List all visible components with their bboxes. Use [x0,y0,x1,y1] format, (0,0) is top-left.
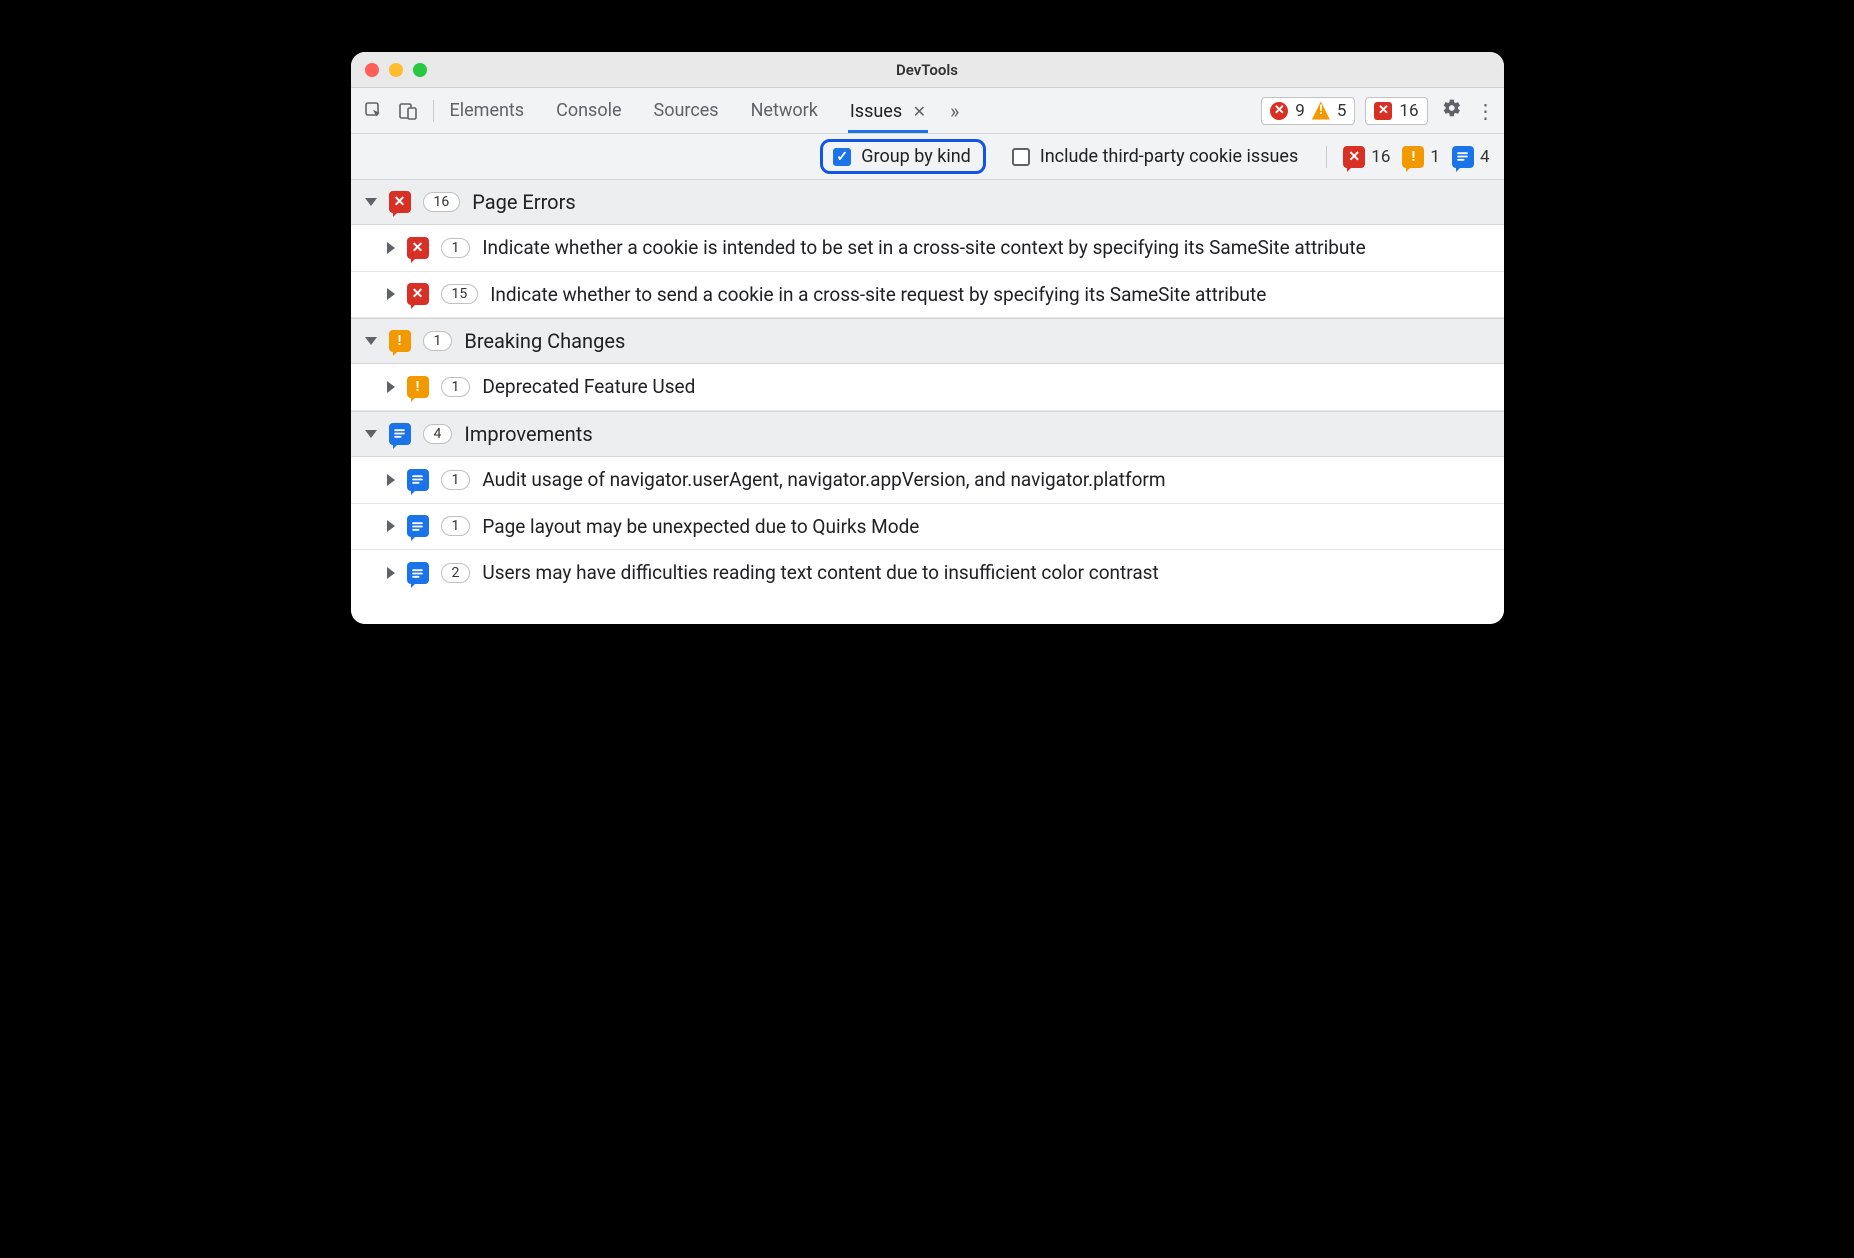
warnings-total: 1 [1430,147,1440,167]
tab-sources[interactable]: Sources [652,90,721,131]
close-window-button[interactable] [365,63,379,77]
group-count-badge: 4 [423,424,453,444]
issues-error-count: 16 [1399,101,1418,121]
checkbox-checked-icon: ✓ [833,148,851,166]
separator [1326,146,1327,168]
issue-title: Audit usage of navigator.userAgent, navi… [482,467,1489,493]
issue-title: Indicate whether a cookie is intended to… [482,235,1489,261]
error-icon: ✕ [1374,102,1392,120]
group-header-info[interactable]: 4 Improvements [351,411,1504,457]
issues-toolbar: ✓ Group by kind Include third-party cook… [351,134,1504,180]
issue-count-badge: 1 [441,377,471,397]
issue-count-badge: 1 [441,516,471,536]
group-by-kind-checkbox[interactable]: ✓ Group by kind [820,139,986,174]
warning-icon: ! [1312,102,1330,120]
disclosure-triangle-icon [365,337,377,345]
issue-count-badge: 2 [441,563,471,583]
issues-status-badge[interactable]: ✕ 16 [1365,97,1427,125]
issue-row[interactable]: ✕ 1 Indicate whether a cookie is intended … [351,225,1504,272]
info-speech-icon [407,469,429,491]
warning-speech-icon: ! [1402,146,1424,168]
warning-speech-icon: ! [407,376,429,398]
disclosure-triangle-icon [387,474,395,486]
disclosure-triangle-icon [387,567,395,579]
tab-elements[interactable]: Elements [448,90,527,131]
group-header-warning[interactable]: ! 1 Breaking Changes [351,318,1504,364]
info-speech-icon [1452,146,1474,168]
window-controls [365,63,427,77]
error-count: 9 [1295,101,1305,121]
minimize-window-button[interactable] [389,63,403,77]
tab-console[interactable]: Console [554,90,623,131]
disclosure-triangle-icon [387,520,395,532]
error-icon: ✕ [1270,102,1288,120]
issues-list: ✕ 16 Page Errors ✕ 1 Indicate whether a cooki… [351,180,1504,596]
issue-title: Deprecated Feature Used [482,374,1489,400]
issue-count-badge: 1 [441,238,471,258]
device-toolbar-icon[interactable] [397,100,419,122]
info-speech-icon [407,515,429,537]
disclosure-triangle-icon [387,381,395,393]
issue-row[interactable]: ! 1 Deprecated Feature Used [351,364,1504,411]
disclosure-triangle-icon [365,198,377,206]
separator [433,100,434,122]
warning-speech-icon: ! [389,330,411,352]
tab-issues[interactable]: Issues ✕ [848,91,928,133]
info-speech-icon [407,562,429,584]
inspect-element-icon[interactable] [363,100,385,122]
window-title: DevTools [351,61,1504,79]
issue-row[interactable]: ✕ 15 Indicate whether to send a cookie in … [351,272,1504,319]
issue-count-badge: 15 [441,284,479,304]
group-by-kind-label: Group by kind [861,146,971,167]
group-title: Improvements [464,422,592,446]
group-count-badge: 16 [423,192,461,212]
devtools-tabbar: Elements Console Sources Network Issues … [351,88,1504,134]
error-speech-icon: ✕ [407,283,429,305]
info-speech-icon [389,423,411,445]
info-total: 4 [1480,147,1490,167]
console-status-badge[interactable]: ✕ 9 ! 5 [1261,97,1355,125]
include-third-party-checkbox[interactable]: Include third-party cookie issues [1002,142,1310,171]
tab-issues-label: Issues [850,101,902,122]
group-count-badge: 1 [423,331,453,351]
more-tabs-icon[interactable]: » [950,99,959,123]
settings-icon[interactable] [1442,98,1462,123]
group-title: Page Errors [472,190,575,214]
devtools-window: DevTools Elements Console Sources Networ… [351,52,1504,624]
issue-row[interactable]: 2 Users may have difficulties reading tex… [351,550,1504,596]
tab-network[interactable]: Network [749,90,820,131]
titlebar: DevTools [351,52,1504,88]
group-title: Breaking Changes [464,329,625,353]
issue-title: Indicate whether to send a cookie in a c… [490,282,1489,308]
issue-row[interactable]: 1 Audit usage of navigator.userAgent, nav… [351,457,1504,504]
warning-count: 5 [1337,101,1347,121]
issue-title: Users may have difficulties reading text… [482,560,1489,586]
close-tab-icon[interactable]: ✕ [913,102,926,121]
panel-tabs: Elements Console Sources Network Issues … [448,90,929,131]
issue-counts: ✕ 16 ! 1 4 [1343,146,1489,168]
error-speech-icon: ✕ [1343,146,1365,168]
include-third-party-label: Include third-party cookie issues [1040,146,1298,167]
checkbox-unchecked-icon [1012,148,1030,166]
disclosure-triangle-icon [387,288,395,300]
error-speech-icon: ✕ [407,237,429,259]
error-speech-icon: ✕ [389,191,411,213]
issue-title: Page layout may be unexpected due to Qui… [482,514,1489,540]
padding [351,596,1504,624]
zoom-window-button[interactable] [413,63,427,77]
issue-count-badge: 1 [441,470,471,490]
more-options-icon[interactable]: ⋮ [1476,99,1496,123]
errors-total: 16 [1371,147,1390,167]
group-header-error[interactable]: ✕ 16 Page Errors [351,180,1504,225]
disclosure-triangle-icon [387,242,395,254]
disclosure-triangle-icon [365,430,377,438]
issue-row[interactable]: 1 Page layout may be unexpected due to Qu… [351,504,1504,551]
